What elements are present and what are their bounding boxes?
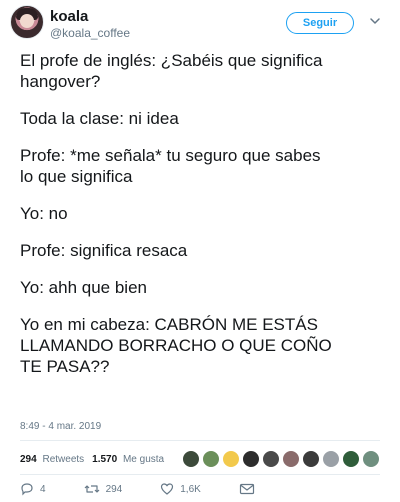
retweets-stat[interactable]: 294 Retweets — [20, 454, 84, 465]
likes-stat[interactable]: 1.570 Me gusta — [92, 454, 164, 465]
tweet-line: Profe: significa resaca — [20, 241, 188, 260]
retweet-icon — [84, 485, 99, 493]
liker-avatar[interactable] — [222, 450, 241, 468]
display-name[interactable]: koala — [50, 8, 88, 25]
tweet-line: El profe de inglés: ¿Sabéis que signific… — [20, 51, 323, 91]
reply-count: 4 — [40, 483, 46, 495]
retweet-count: 294 — [105, 483, 123, 495]
liker-avatar[interactable] — [242, 450, 261, 468]
divider — [20, 474, 380, 475]
avatar[interactable] — [10, 5, 44, 39]
like-count: 1,6K — [180, 483, 201, 495]
like-button[interactable]: 1,6K — [160, 482, 201, 496]
reply-button[interactable]: 4 — [20, 482, 46, 496]
liker-avatar[interactable] — [202, 450, 221, 468]
tweet-line: Toda la clase: ni idea — [20, 109, 179, 128]
liker-avatar[interactable] — [262, 450, 281, 468]
tweet-line: Yo en mi cabeza: CABRÓN ME ESTÁS LLAMAND… — [20, 315, 332, 376]
retweets-count: 294 — [20, 453, 37, 465]
tweet-line: Profe: *me señala* tu seguro que sabes l… — [20, 146, 321, 186]
chevron-down-icon[interactable] — [368, 14, 382, 28]
tweet-stats: 294 Retweets 1.570 Me gusta — [20, 446, 382, 472]
user-handle[interactable]: @koala_coffee — [50, 26, 130, 40]
message-button[interactable] — [239, 482, 261, 496]
retweet-button[interactable]: 294 — [84, 482, 123, 496]
follow-button[interactable]: Seguir — [286, 12, 354, 34]
liker-avatar[interactable] — [282, 450, 301, 468]
tweet-actions: 4 294 1,6K — [20, 480, 380, 498]
liker-avatar[interactable] — [302, 450, 321, 468]
likes-label: Me gusta — [122, 453, 165, 465]
reply-icon — [21, 483, 33, 496]
tweet-timestamp[interactable]: 8:49 - 4 mar. 2019 — [20, 421, 101, 432]
like-icon — [161, 483, 174, 495]
liker-avatar[interactable] — [362, 450, 381, 468]
tweet-line: Yo: ahh que bien — [20, 278, 147, 297]
tweet-header: koala @koala_coffee Seguir — [0, 0, 400, 48]
message-icon — [239, 483, 254, 495]
tweet-line: Yo: no — [20, 204, 68, 223]
liker-avatars — [182, 450, 382, 468]
avatar-face — [20, 14, 34, 28]
liker-avatar[interactable] — [182, 450, 201, 468]
liker-avatar[interactable] — [342, 450, 361, 468]
divider — [20, 440, 380, 441]
liker-avatar[interactable] — [322, 450, 341, 468]
likes-count: 1.570 — [92, 453, 118, 465]
retweets-label: Retweets — [42, 453, 85, 465]
tweet-text: El profe de inglés: ¿Sabéis que signific… — [20, 50, 390, 393]
